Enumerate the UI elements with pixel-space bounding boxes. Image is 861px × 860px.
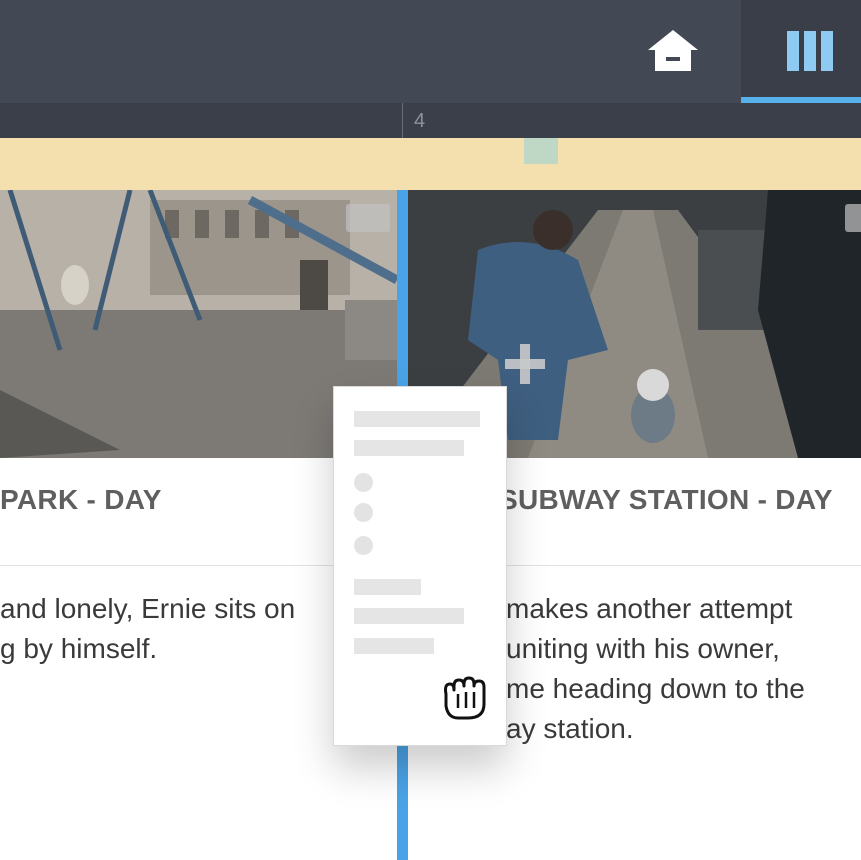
columns-view-button[interactable] bbox=[741, 0, 861, 103]
description-line: and lonely, Ernie sits on bbox=[0, 593, 296, 624]
scene-heading-subway: SUBWAY STATION - DAY bbox=[499, 484, 833, 515]
description-line: uniting with his owner, bbox=[506, 633, 780, 664]
description-line: makes another attempt bbox=[506, 593, 793, 624]
description-line: me heading down to the bbox=[506, 673, 805, 704]
home-button[interactable] bbox=[640, 20, 706, 80]
placeholder-line bbox=[354, 608, 464, 624]
scene-description-park: and lonely, Ernie sits on g by himself. bbox=[0, 589, 295, 669]
columns-icon bbox=[787, 31, 833, 71]
placeholder-line bbox=[354, 579, 421, 595]
placeholder-dot bbox=[354, 473, 373, 492]
grab-hand-icon bbox=[444, 676, 486, 720]
scene-heading-park: PARK - DAY bbox=[0, 484, 162, 515]
dragged-scene-card[interactable] bbox=[333, 386, 507, 746]
placeholder-dot bbox=[354, 503, 373, 522]
band-marker bbox=[524, 138, 558, 164]
description-line: g by himself. bbox=[0, 633, 158, 664]
placeholder-dot bbox=[354, 536, 373, 555]
placeholder-line bbox=[354, 638, 434, 654]
placeholder-line bbox=[354, 411, 480, 427]
timeline-band bbox=[0, 138, 861, 190]
description-line: ay station. bbox=[506, 713, 634, 744]
insertion-marker-icon bbox=[397, 190, 408, 206]
ruler-divider bbox=[402, 103, 403, 138]
timeline-ruler: 4 bbox=[0, 103, 861, 138]
scene-description-subway: makes another attempt uniting with his o… bbox=[506, 589, 805, 749]
plus-icon[interactable] bbox=[503, 342, 547, 386]
placeholder-line bbox=[354, 440, 464, 456]
home-icon bbox=[648, 30, 698, 71]
top-toolbar bbox=[0, 0, 861, 103]
ruler-marker-label: 4 bbox=[414, 110, 426, 132]
